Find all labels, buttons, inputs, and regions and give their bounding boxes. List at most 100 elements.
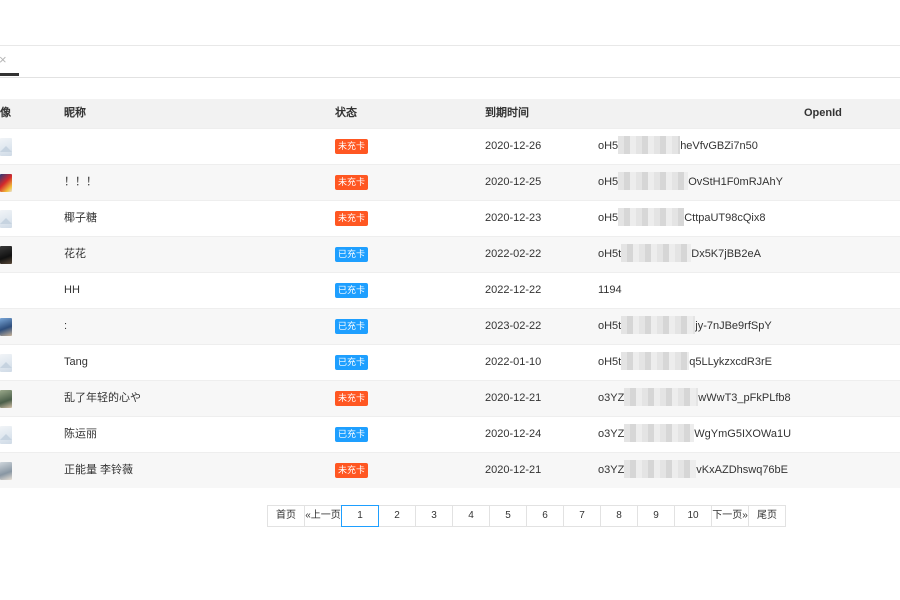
tab-bar: × bbox=[0, 46, 900, 78]
status-badge-label: 已充卡 bbox=[335, 283, 369, 298]
table-row[interactable]: 正能量 李铃薇 未充卡 2020-12-21 o3YZ vKxAZDhswq76bE bbox=[0, 452, 900, 488]
openid: oH5t Dx5K7jBB2eA bbox=[598, 237, 761, 272]
openid-suffix: CttpaUT98cQix8 bbox=[684, 212, 766, 224]
page-button-6[interactable]: 6 bbox=[526, 505, 564, 527]
openid: o3YZ vKxAZDhswq76bE bbox=[598, 453, 788, 488]
redaction-mosaic bbox=[624, 388, 699, 407]
avatar bbox=[0, 390, 12, 408]
close-icon[interactable]: × bbox=[0, 53, 7, 67]
openid: o3YZ wWwT3_pFkPLfb8 bbox=[598, 381, 791, 416]
header-status: 状态 bbox=[335, 107, 357, 119]
status-badge: 未充卡 bbox=[335, 391, 369, 406]
avatar bbox=[0, 210, 12, 228]
nickname: 正能量 李铃薇 bbox=[64, 464, 134, 476]
openid-prefix: oH5t bbox=[598, 248, 622, 260]
table-row[interactable]: 花花 已充卡 2022-02-22 oH5t Dx5K7jBB2eA bbox=[0, 236, 900, 272]
redaction-mosaic bbox=[624, 460, 697, 479]
status-badge-label: 未充卡 bbox=[335, 211, 369, 226]
next-page-button[interactable]: 下一页» bbox=[711, 505, 749, 527]
avatar bbox=[0, 426, 12, 444]
avatar bbox=[0, 462, 12, 480]
table-header: 像 昵称 状态 到期时间 OpenId bbox=[0, 99, 900, 128]
page-button-2[interactable]: 2 bbox=[378, 505, 416, 527]
page-button-7[interactable]: 7 bbox=[563, 505, 601, 527]
table-row[interactable]: 未充卡 2020-12-26 oH5 heVfvGBZi7n50 bbox=[0, 128, 900, 164]
table-row[interactable]: Tang 已充卡 2022-01-10 oH5t q5LLykzxcdR3rE bbox=[0, 344, 900, 380]
nickname: 花花 bbox=[64, 248, 86, 260]
redaction-mosaic bbox=[624, 424, 695, 443]
openid-suffix: heVfvGBZi7n50 bbox=[680, 140, 758, 152]
openid: oH5t q5LLykzxcdR3rE bbox=[598, 345, 772, 380]
openid: oH5 OvStH1F0mRJAhY bbox=[598, 165, 783, 200]
redaction-mosaic bbox=[618, 172, 689, 191]
openid-suffix: WgYmG5IXOWa1U bbox=[694, 428, 792, 440]
status-badge: 未充卡 bbox=[335, 463, 369, 478]
active-tab-indicator bbox=[0, 73, 19, 76]
page-button-4[interactable]: 4 bbox=[452, 505, 490, 527]
nickname: 乱了年轻的心や bbox=[64, 392, 141, 404]
redaction-mosaic bbox=[618, 136, 681, 155]
prev-page-button[interactable]: «上一页 bbox=[304, 505, 342, 527]
nickname: HH bbox=[64, 284, 80, 296]
redaction-mosaic bbox=[621, 244, 692, 263]
openid-prefix: 1194 bbox=[598, 284, 622, 296]
expiry-date: 2020-12-26 bbox=[485, 140, 542, 152]
status-badge: 已充卡 bbox=[335, 319, 369, 334]
status-badge: 已充卡 bbox=[335, 355, 369, 370]
expiry-date: 2020-12-23 bbox=[485, 212, 542, 224]
redaction-mosaic bbox=[618, 208, 685, 227]
table-row[interactable]: : 已充卡 2023-02-22 oH5t jy-7nJBe9rfSpY bbox=[0, 308, 900, 344]
expiry-date: 2020-12-24 bbox=[485, 428, 542, 440]
nickname: 陈运丽 bbox=[64, 428, 97, 440]
status-badge: 未充卡 bbox=[335, 175, 369, 190]
page-button-5[interactable]: 5 bbox=[489, 505, 527, 527]
avatar bbox=[0, 138, 12, 156]
table-row[interactable]: 椰子糖 未充卡 2020-12-23 oH5 CttpaUT98cQix8 bbox=[0, 200, 900, 236]
openid: oH5t jy-7nJBe9rfSpY bbox=[598, 309, 772, 344]
first-page-button[interactable]: 首页 bbox=[267, 505, 305, 527]
openid-prefix: oH5 bbox=[598, 140, 619, 152]
status-badge-label: 未充卡 bbox=[335, 139, 369, 154]
status-badge-label: 未充卡 bbox=[335, 391, 369, 406]
openid-suffix: OvStH1F0mRJAhY bbox=[688, 176, 783, 188]
header-openid: OpenId bbox=[804, 107, 842, 119]
openid: oH5 CttpaUT98cQix8 bbox=[598, 201, 766, 236]
status-badge: 已充卡 bbox=[335, 427, 369, 442]
table-row[interactable]: ！！！ 未充卡 2020-12-25 oH5 OvStH1F0mRJAhY bbox=[0, 164, 900, 200]
status-badge: 已充卡 bbox=[335, 247, 369, 262]
openid-prefix: oH5 bbox=[598, 212, 619, 224]
page-button-10[interactable]: 10 bbox=[674, 505, 712, 527]
table-row[interactable]: HH 已充卡 2022-12-22 1194 bbox=[0, 272, 900, 308]
status-badge: 未充卡 bbox=[335, 139, 369, 154]
page-button-3[interactable]: 3 bbox=[415, 505, 453, 527]
expiry-date: 2020-12-25 bbox=[485, 176, 542, 188]
nickname: ！！！ bbox=[64, 176, 97, 188]
page-button-1[interactable]: 1 bbox=[341, 505, 379, 527]
openid-suffix: vKxAZDhswq76bE bbox=[696, 464, 789, 476]
table-row[interactable]: 乱了年轻的心や 未充卡 2020-12-21 o3YZ wWwT3_pFkPLfb8 bbox=[0, 380, 900, 416]
status-badge: 未充卡 bbox=[335, 211, 369, 226]
status-badge-label: 已充卡 bbox=[335, 427, 369, 442]
status-badge-label: 未充卡 bbox=[335, 175, 369, 190]
openid-prefix: oH5t bbox=[598, 356, 622, 368]
expiry-date: 2022-02-22 bbox=[485, 248, 542, 260]
openid: o3YZ WgYmG5IXOWa1U bbox=[598, 417, 791, 452]
status-badge-label: 已充卡 bbox=[335, 247, 369, 262]
header-nickname: 昵称 bbox=[64, 107, 86, 119]
nickname: : bbox=[64, 320, 68, 332]
openid-suffix: jy-7nJBe9rfSpY bbox=[695, 320, 772, 332]
openid-prefix: o3YZ bbox=[598, 392, 625, 404]
avatar bbox=[0, 318, 12, 336]
status-badge: 已充卡 bbox=[335, 283, 369, 298]
nickname: Tang bbox=[64, 356, 88, 368]
last-page-button[interactable]: 尾页 bbox=[748, 505, 786, 527]
header-expiry: 到期时间 bbox=[485, 107, 529, 119]
header-avatar: 像 bbox=[0, 107, 11, 119]
user-table: 像 昵称 状态 到期时间 OpenId 未充卡 2020-12-26 oH5 heVf… bbox=[0, 99, 900, 488]
table-row[interactable]: 陈运丽 已充卡 2020-12-24 o3YZ WgYmG5IXOWa1U bbox=[0, 416, 900, 452]
avatar bbox=[0, 354, 12, 372]
nickname: 椰子糖 bbox=[64, 212, 97, 224]
openid-suffix: wWwT3_pFkPLfb8 bbox=[698, 392, 791, 404]
page-button-9[interactable]: 9 bbox=[637, 505, 675, 527]
page-button-8[interactable]: 8 bbox=[600, 505, 638, 527]
